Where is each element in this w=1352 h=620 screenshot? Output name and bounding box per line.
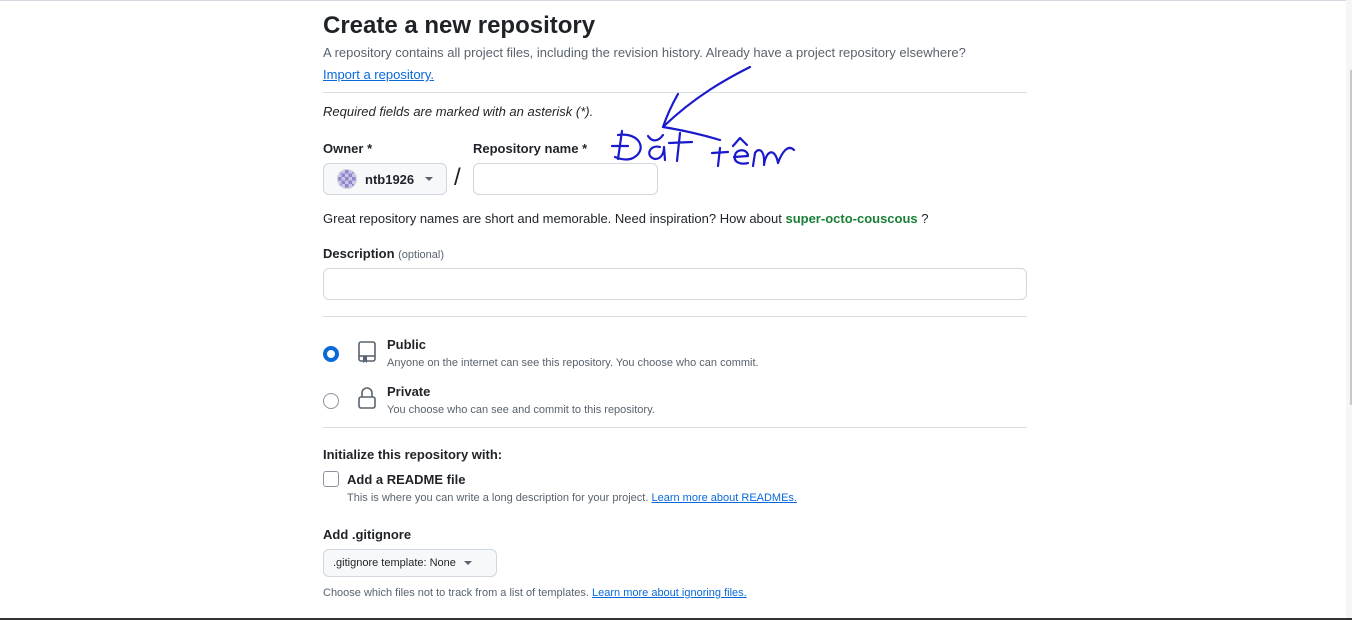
page-subtitle: A repository contains all project files,… — [323, 45, 966, 60]
gitignore-template-label: .gitignore template: None — [333, 557, 456, 569]
owner-name: ntb1926 — [365, 171, 415, 187]
divider — [323, 427, 1027, 428]
gitignore-template-dropdown[interactable]: .gitignore template: None — [323, 549, 497, 577]
annotation-letter-a — [648, 145, 667, 162]
private-radio[interactable] — [323, 393, 339, 409]
readme-desc: This is where you can write a long descr… — [347, 492, 797, 504]
name-hint-suffix: ? — [917, 211, 929, 226]
public-desc: Anyone on the internet can see this repo… — [387, 357, 759, 369]
readme-label[interactable]: Add a README file — [347, 472, 465, 487]
annotation-letter-d — [610, 129, 642, 161]
owner-dropdown[interactable]: ntb1926 — [323, 163, 447, 195]
gitignore-desc: Choose which files not to track from a l… — [323, 587, 747, 599]
public-label: Public — [387, 337, 427, 352]
public-radio[interactable] — [323, 346, 339, 362]
import-repository-link[interactable]: Import a repository. — [323, 67, 434, 82]
owner-label: Owner * — [323, 141, 373, 156]
learn-readmes-link[interactable]: Learn more about READMEs. — [651, 492, 797, 504]
page-title: Create a new repository — [323, 12, 596, 39]
gitignore-label: Add .gitignore — [323, 527, 412, 542]
lock-icon — [358, 387, 376, 409]
description-input[interactable] — [323, 268, 1027, 300]
scrollbar[interactable] — [1346, 0, 1352, 620]
private-label: Private — [387, 384, 431, 399]
chevron-down-icon — [463, 561, 472, 565]
annotation-breve — [646, 133, 665, 142]
repo-icon — [358, 341, 376, 363]
description-label-text: Description — [323, 246, 395, 261]
readme-desc-text: This is where you can write a long descr… — [347, 492, 652, 504]
owner-repo-separator: / — [454, 164, 461, 191]
divider — [323, 316, 1027, 317]
name-hint: Great repository names are short and mem… — [323, 211, 929, 226]
avatar — [337, 169, 357, 189]
handwritten-annotation — [610, 65, 796, 168]
name-hint-text: Great repository names are short and mem… — [323, 211, 786, 226]
required-note: Required fields are marked with an aster… — [323, 104, 594, 119]
annotation-letter-m — [751, 146, 796, 168]
annotation-arrow-head — [661, 92, 722, 142]
learn-ignoring-files-link[interactable]: Learn more about ignoring files. — [592, 587, 747, 599]
annotation-letter-t1 — [667, 131, 694, 163]
annotation-circumflex — [731, 136, 749, 148]
chevron-down-icon — [425, 177, 434, 181]
gitignore-desc-text: Choose which files not to track from a l… — [323, 587, 593, 599]
description-label: Description (optional) — [323, 246, 444, 261]
name-suggestion[interactable]: super-octo-couscous — [785, 211, 917, 226]
annotation-letter-t2 — [710, 146, 730, 168]
top-border — [0, 0, 1352, 1]
annotation-letter-e — [732, 149, 750, 165]
private-desc: You choose who can see and commit to thi… — [387, 404, 655, 416]
initialize-label: Initialize this repository with: — [323, 447, 503, 462]
repository-name-label: Repository name * — [473, 141, 588, 156]
readme-checkbox[interactable] — [323, 471, 339, 487]
optional-tag: (optional) — [398, 249, 444, 261]
